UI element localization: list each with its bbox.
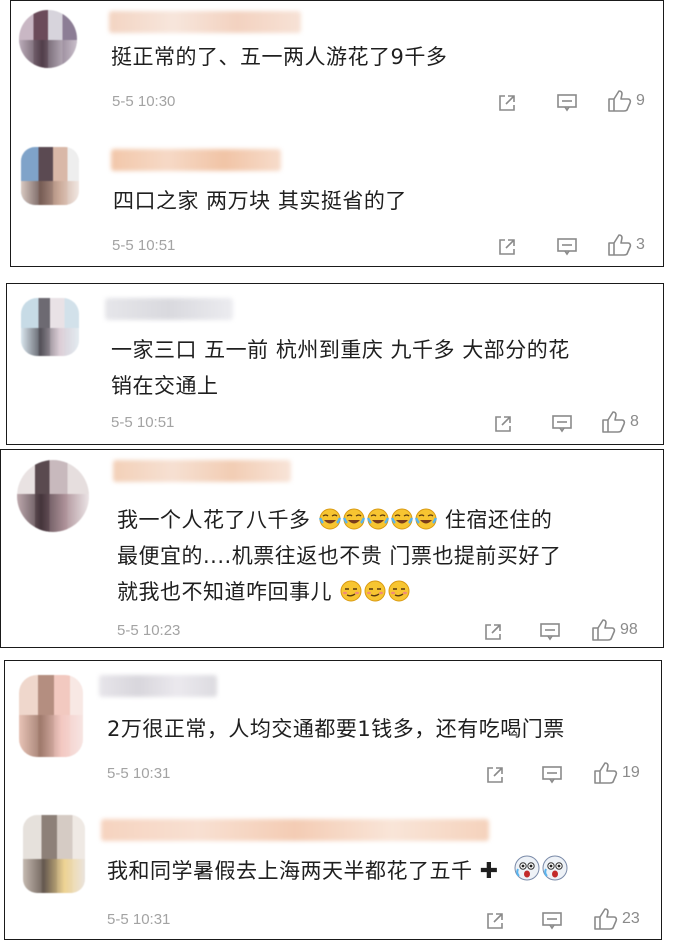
- comment-text-line-1: 一家三口 五一前 杭州到重庆 九千多 大部分的花: [111, 338, 570, 362]
- reply-button[interactable]: [541, 763, 563, 787]
- avatar[interactable]: [21, 147, 79, 205]
- plus-symbol: ✚: [479, 859, 499, 884]
- crying-laughing-emoji: [318, 505, 341, 530]
- timestamp: 5-5 10:23: [117, 622, 181, 639]
- share-icon: [485, 911, 505, 931]
- comment-text-line-2: 销在交通上: [111, 374, 219, 398]
- crying-laughing-emoji: [414, 505, 437, 530]
- comment-card-4: 2万很正常，人均交通都要1钱多，还有吃喝门票 5-5 10:31 19 我和同学…: [4, 660, 662, 940]
- like-button[interactable]: 23: [593, 907, 640, 931]
- crying-laughing-emoji: [342, 505, 365, 530]
- username-blurred[interactable]: [109, 11, 301, 33]
- comment-text-line-1: 我一个人花了八千多 住宿还住的: [117, 502, 552, 539]
- avatar[interactable]: [23, 815, 85, 893]
- reply-icon: [551, 414, 573, 434]
- like-count: 9: [636, 92, 645, 109]
- comment-item: 四口之家 两万块 其实挺省的了 5-5 10:51 3: [11, 137, 663, 267]
- reply-button[interactable]: [541, 909, 563, 933]
- timestamp: 5-5 10:30: [112, 93, 176, 110]
- avatar[interactable]: [19, 675, 83, 757]
- avatar[interactable]: [17, 460, 89, 532]
- comment-item: 挺正常的了、五一两人游花了9千多 5-5 10:30 9: [11, 1, 663, 131]
- username-blurred[interactable]: [111, 149, 281, 171]
- thumbs-up-icon: [601, 410, 627, 434]
- avatar[interactable]: [19, 10, 77, 68]
- comment-text: 挺正常的了、五一两人游花了9千多: [111, 45, 448, 69]
- shocked-emoji: [542, 855, 568, 881]
- smirk-emoji: [388, 577, 410, 602]
- username-blurred[interactable]: [101, 819, 489, 841]
- crying-laughing-emoji: [366, 505, 389, 530]
- like-count: 23: [622, 910, 640, 927]
- comment-text: 2万很正常，人均交通都要1钱多，还有吃喝门票: [107, 717, 565, 741]
- reply-icon: [556, 93, 578, 113]
- reply-icon: [539, 622, 561, 642]
- like-button[interactable]: 9: [607, 89, 645, 113]
- comment-item: 我一个人花了八千多 住宿还住的 最便宜的....机票往返也不贵 门票也提前买好了…: [1, 450, 663, 648]
- like-button[interactable]: 8: [601, 410, 639, 434]
- thumbs-up-icon: [607, 89, 633, 113]
- share-icon: [483, 622, 503, 642]
- reply-button[interactable]: [551, 412, 573, 436]
- like-button[interactable]: 19: [593, 761, 640, 785]
- timestamp: 5-5 10:51: [111, 414, 175, 431]
- crying-laughing-emoji: [390, 505, 413, 530]
- reply-button[interactable]: [556, 235, 578, 259]
- comment-text-line-2: 最便宜的....机票往返也不贵 门票也提前买好了: [117, 544, 562, 568]
- share-icon: [497, 237, 517, 257]
- thumbs-up-icon: [593, 761, 619, 785]
- share-button[interactable]: [497, 91, 517, 115]
- comment-item: 一家三口 五一前 杭州到重庆 九千多 大部分的花 销在交通上 5-5 10:51…: [7, 284, 663, 444]
- comment-card-3: 我一个人花了八千多 住宿还住的 最便宜的....机票往返也不贵 门票也提前买好了…: [0, 449, 664, 648]
- comment-text: 我和同学暑假去上海两天半都花了五千 ✚: [107, 853, 569, 890]
- like-button[interactable]: 98: [591, 618, 638, 642]
- smirk-emoji: [364, 577, 386, 602]
- thumbs-up-icon: [591, 618, 617, 642]
- username-blurred[interactable]: [113, 460, 291, 482]
- timestamp: 5-5 10:31: [107, 911, 171, 928]
- share-button[interactable]: [485, 909, 505, 933]
- username-blurred[interactable]: [105, 298, 233, 320]
- comment-card-2: 一家三口 五一前 杭州到重庆 九千多 大部分的花 销在交通上 5-5 10:51…: [6, 283, 664, 445]
- like-button[interactable]: 3: [607, 233, 645, 257]
- comment-text: 四口之家 两万块 其实挺省的了: [113, 189, 407, 213]
- share-button[interactable]: [493, 412, 513, 436]
- reply-icon: [556, 237, 578, 257]
- smirk-emoji: [340, 577, 362, 602]
- like-count: 98: [620, 621, 638, 638]
- avatar[interactable]: [21, 298, 79, 356]
- reply-button[interactable]: [556, 91, 578, 115]
- shocked-emoji: [514, 855, 540, 881]
- like-count: 19: [622, 764, 640, 781]
- username-blurred[interactable]: [99, 675, 217, 697]
- share-icon: [485, 765, 505, 785]
- like-count: 8: [630, 413, 639, 430]
- reply-icon: [541, 765, 563, 785]
- share-icon: [493, 414, 513, 434]
- like-count: 3: [636, 236, 645, 253]
- comment-item: 我和同学暑假去上海两天半都花了五千 ✚ 5-5 10:31 23: [5, 805, 661, 939]
- share-button[interactable]: [485, 763, 505, 787]
- timestamp: 5-5 10:51: [112, 237, 176, 254]
- comment-card-1: 挺正常的了、五一两人游花了9千多 5-5 10:30 9 四口之家 两万块 其实…: [10, 0, 664, 267]
- thumbs-up-icon: [607, 233, 633, 257]
- timestamp: 5-5 10:31: [107, 765, 171, 782]
- comment-item: 2万很正常，人均交通都要1钱多，还有吃喝门票 5-5 10:31 19: [5, 661, 661, 801]
- comment-text-line-3: 就我也不知道咋回事儿: [117, 574, 411, 611]
- reply-icon: [541, 911, 563, 931]
- share-button[interactable]: [483, 620, 503, 644]
- share-icon: [497, 93, 517, 113]
- share-button[interactable]: [497, 235, 517, 259]
- reply-button[interactable]: [539, 620, 561, 644]
- thumbs-up-icon: [593, 907, 619, 931]
